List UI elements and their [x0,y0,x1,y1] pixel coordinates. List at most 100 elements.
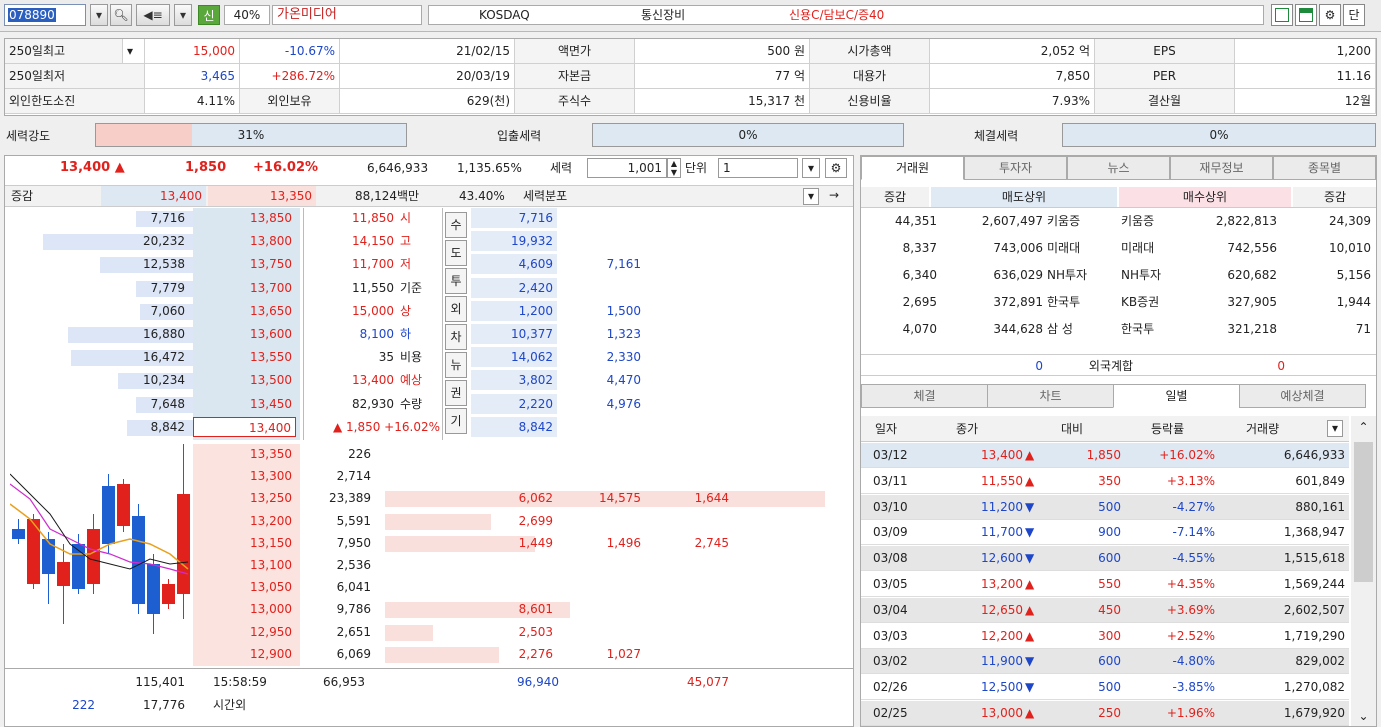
daily-dropdown[interactable]: ▾ [1327,420,1343,437]
broker-sell-name[interactable]: 미래대 [1047,238,1111,258]
ask-price[interactable]: 13,400 [193,416,296,437]
scroll-up-icon[interactable]: ⌃ [1351,416,1376,438]
bid-quantity[interactable]: 2,714 [303,466,375,486]
tab-3[interactable]: 재무정보 [1170,156,1273,180]
broker-sell-name[interactable]: NH투자 [1047,265,1111,285]
ask-price[interactable]: 13,600 [193,324,296,344]
ask-dist-2: 4,976 [606,396,641,411]
side-tab[interactable]: 도 [445,240,467,266]
unit-button[interactable]: 단 [1343,4,1365,26]
high-dropdown[interactable]: ▾ [123,39,145,64]
layout-2-button[interactable] [1295,4,1317,26]
bid-price[interactable]: 12,900 [193,644,296,664]
ask-quantity[interactable]: 7,716 [95,208,189,228]
broker-buy-change: 5,156 [1336,268,1371,282]
seryeok-input[interactable]: 1,001 [587,158,667,178]
bid-quantity[interactable]: 226 [303,444,375,464]
side-tab[interactable]: 투 [445,268,467,294]
subtab-3[interactable]: 예상체결 [1239,384,1366,408]
bid-price[interactable]: 13,250 [193,488,296,508]
orderbook-settings-button[interactable]: ⚙ [825,158,847,178]
bid-quantity[interactable]: 2,536 [303,555,375,575]
broker-sell-change: 8,337 [902,241,937,255]
broker-sell-change: 2,695 [902,295,937,309]
subtab-0[interactable]: 체결 [861,384,988,408]
ask-quantity[interactable]: 10,234 [95,370,189,390]
broker-buy-name[interactable]: KB증권 [1121,292,1181,312]
ask-price[interactable]: 13,750 [193,254,296,274]
tab-2[interactable]: 뉴스 [1067,156,1170,180]
tab-4[interactable]: 종목별 [1273,156,1376,180]
arrow-right-button[interactable]: → [823,188,845,205]
bid-price[interactable]: 13,300 [193,466,296,486]
broker-sell-name[interactable]: 키움증 [1047,211,1111,231]
ask-price[interactable]: 13,700 [193,278,296,298]
bid-quantity[interactable]: 6,069 [303,644,375,664]
subtab-2[interactable]: 일별 [1113,384,1240,408]
side-tab[interactable]: 외 [445,296,467,322]
ask-quantity[interactable]: 20,232 [95,231,189,251]
search-button[interactable]: 🔍︎ [110,4,132,26]
side-tab[interactable]: 뉴 [445,352,467,378]
side-tab[interactable]: 권 [445,380,467,406]
seryeok-stepper[interactable]: ▲ ▼ [667,158,681,178]
ask-quantity[interactable]: 8,842 [95,417,189,437]
side-tab[interactable]: 차 [445,324,467,350]
eps-value: 1,200 [1235,39,1376,64]
broker-buy-name[interactable]: 한국투 [1121,319,1181,339]
ask-quantity[interactable]: 7,648 [95,394,189,414]
broker-buy-name[interactable]: NH투자 [1121,265,1181,285]
bid-quantity[interactable]: 5,591 [303,511,375,531]
low-250-rate: +286.72% [240,64,340,89]
bid-quantity[interactable]: 6,041 [303,577,375,597]
broker-sell-name[interactable]: 한국투 [1047,292,1111,312]
bid-price[interactable]: 13,200 [193,511,296,531]
info-value: 8,100 [359,327,394,341]
bid-price[interactable]: 13,050 [193,577,296,597]
ask-quantity[interactable]: 7,779 [95,278,189,298]
bid-quantity[interactable]: 7,950 [303,533,375,553]
ask-price[interactable]: 13,800 [193,231,296,251]
unit-select[interactable]: 1 [718,158,798,178]
ask-price[interactable]: 13,450 [193,394,296,414]
unit-dropdown-button[interactable]: ▾ [802,158,820,178]
bid-price[interactable]: 13,150 [193,533,296,553]
layout-1-button[interactable] [1271,4,1293,26]
bid-dist-1: 8,601 [518,602,553,617]
sound-dropdown-button[interactable]: ▾ [174,4,192,26]
bid-total: 66,953 [323,675,365,689]
bid-quantity[interactable]: 2,651 [303,622,375,642]
bid-price[interactable]: 13,100 [193,555,296,575]
daily-scrollbar[interactable]: ⌃ ⌄ [1351,416,1376,726]
tab-1[interactable]: 투자자 [964,156,1067,180]
stock-code-input[interactable]: 078890 [4,4,86,26]
bid-price[interactable]: 13,000 [193,599,296,619]
sound-button[interactable]: ◀≡ [136,4,170,26]
code-dropdown-button[interactable]: ▾ [90,4,108,26]
ask-price[interactable]: 13,550 [193,347,296,367]
ask-quantity[interactable]: 16,880 [95,324,189,344]
tab-0[interactable]: 거래원 [861,156,964,180]
settings-button[interactable]: ⚙ [1319,4,1341,26]
subtab-1[interactable]: 차트 [987,384,1114,408]
ask-price[interactable]: 13,650 [193,301,296,321]
bid-quantity[interactable]: 23,389 [303,488,375,508]
ask-price[interactable]: 13,850 [193,208,296,228]
distribution-dropdown[interactable]: ▾ [803,188,819,205]
bid-price[interactable]: 12,950 [193,622,296,642]
side-tab[interactable]: 기 [445,408,467,434]
ask-quantity[interactable]: 12,538 [95,254,189,274]
ask-quantity[interactable]: 16,472 [95,347,189,367]
ask-dist-2: 1,500 [606,303,641,318]
scroll-thumb[interactable] [1354,442,1373,582]
broker-buy-name[interactable]: 미래대 [1121,238,1181,258]
broker-sell-name[interactable]: 삼 성 [1047,319,1111,339]
ask-dist-1: 19,932 [471,231,557,252]
scroll-down-icon[interactable]: ⌄ [1351,705,1376,726]
side-tab[interactable]: 수 [445,212,467,238]
broker-buy-name[interactable]: 키움증 [1121,211,1181,231]
bid-quantity[interactable]: 9,786 [303,599,375,619]
bid-price[interactable]: 13,350 [193,444,296,464]
ask-price[interactable]: 13,500 [193,370,296,390]
ask-quantity[interactable]: 7,060 [95,301,189,321]
